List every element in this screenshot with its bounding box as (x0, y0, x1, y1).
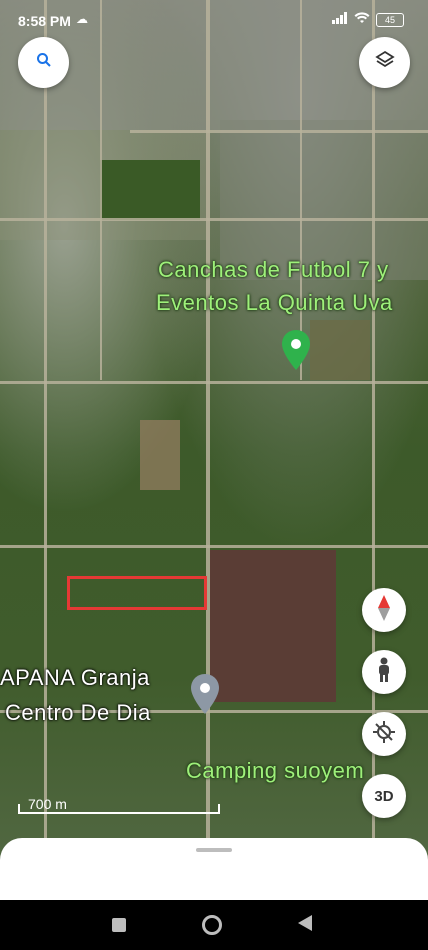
place-label-line[interactable]: Centro De Dia (5, 700, 151, 726)
home-button[interactable] (199, 912, 225, 938)
status-time: 8:58 PM (18, 13, 71, 29)
compass-icon (376, 594, 392, 626)
scale-tick (18, 804, 20, 814)
sheet-drag-handle[interactable] (196, 848, 232, 852)
satellite-map[interactable]: Canchas de Futbol 7 y Eventos La Quinta … (0, 0, 428, 900)
map-road (130, 130, 428, 133)
bottom-sheet[interactable] (0, 838, 428, 900)
pegman-icon (375, 657, 393, 688)
layers-button[interactable] (359, 37, 410, 88)
map-field (310, 320, 370, 380)
back-button[interactable] (292, 912, 318, 938)
battery-level: 45 (384, 14, 395, 25)
location-off-icon (372, 720, 396, 749)
map-road (0, 545, 428, 548)
map-scale-bar: 700 m (18, 796, 220, 814)
back-icon (298, 914, 312, 936)
map-field (140, 420, 180, 490)
highlight-rectangle (67, 576, 207, 610)
search-button[interactable] (18, 37, 69, 88)
place-label-line[interactable]: Eventos La Quinta Uva (156, 290, 393, 316)
street-view-button[interactable] (362, 650, 406, 694)
place-label-line[interactable]: Camping suoyem (186, 758, 364, 784)
home-icon (202, 915, 222, 935)
my-location-button[interactable] (362, 712, 406, 756)
map-road (0, 381, 428, 384)
map-road (100, 0, 102, 380)
cloud-icon: ☁ (76, 12, 88, 26)
search-icon (36, 52, 52, 73)
system-nav-bar (0, 900, 428, 950)
place-label-line[interactable]: Canchas de Futbol 7 y (158, 257, 389, 283)
status-bar: 8:58 PM ☁ 45 (0, 0, 428, 40)
place-label-line[interactable]: APANA Granja (0, 665, 150, 691)
battery-icon: 45 (376, 12, 404, 27)
view-3d-button[interactable]: 3D (362, 774, 406, 818)
scale-label: 700 m (28, 796, 67, 812)
map-field (220, 120, 428, 280)
signal-icon (332, 12, 348, 27)
view-3d-label: 3D (374, 787, 394, 805)
green-place-pin-icon[interactable] (282, 330, 310, 370)
recent-apps-button[interactable] (106, 912, 132, 938)
compass-button[interactable] (362, 588, 406, 632)
layers-icon (374, 50, 395, 75)
map-road (300, 0, 302, 380)
map-field (100, 160, 200, 220)
gray-place-pin-icon[interactable] (191, 674, 219, 714)
map-field (210, 550, 336, 702)
scale-line (18, 812, 220, 814)
map-road (0, 218, 428, 221)
recent-apps-icon (112, 918, 126, 932)
wifi-icon (354, 12, 370, 27)
scale-tick (218, 804, 220, 814)
